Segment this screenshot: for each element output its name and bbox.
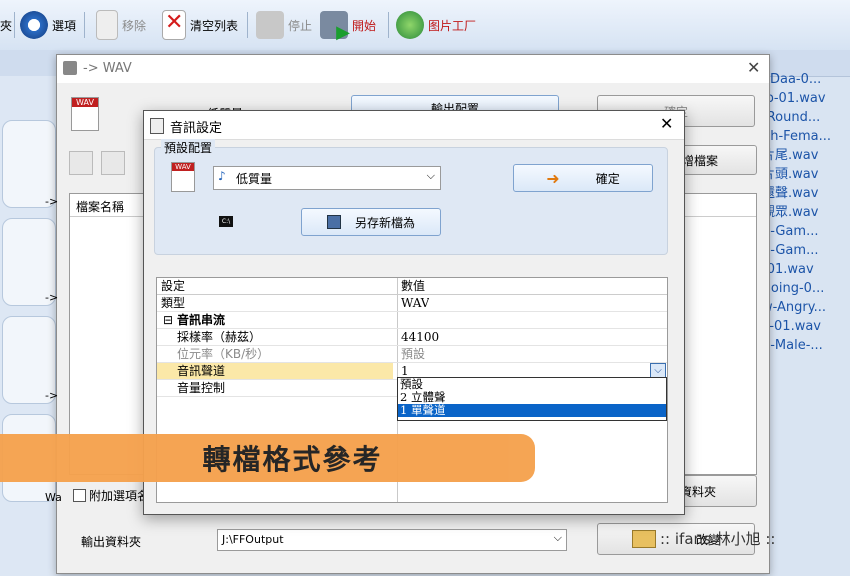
dropdown-option-selected[interactable]: 1 單聲道 xyxy=(398,404,666,417)
toolbar-separator xyxy=(388,12,389,38)
append-option-checkbox[interactable]: 附加選項名 xyxy=(73,487,149,504)
output-folder-label: 輸出資料夾 xyxy=(81,535,142,549)
caption-banner: 轉檔格式參考 xyxy=(0,434,535,482)
wav-window-titlebar: -> WAV ✕ xyxy=(57,55,769,83)
stop-icon xyxy=(256,11,284,39)
preset-select[interactable]: ♪ 低質量 ⌵ xyxy=(213,166,441,190)
chevron-down-icon: ⌵ xyxy=(426,169,435,182)
settings-icon xyxy=(150,118,164,134)
save-disk-icon xyxy=(326,215,341,229)
dialog-title: 音訊設定 xyxy=(170,121,223,136)
close-icon[interactable]: ✕ xyxy=(747,58,760,77)
stop-button[interactable]: 停止 xyxy=(256,10,312,40)
list-item[interactable]: o-Gam... xyxy=(762,241,850,260)
table-row-category[interactable]: ⊟ 音訊串流 xyxy=(157,312,667,329)
options-gear-icon xyxy=(20,11,48,39)
channel-dropdown-list: 預設 2 立體聲 1 單聲道 xyxy=(397,377,667,421)
list-item[interactable]: gh-Fema... xyxy=(762,127,850,146)
table-row[interactable]: 類型 WAV xyxy=(157,295,667,312)
picture-factory-globe-icon xyxy=(396,11,424,39)
list-item[interactable]: -01.wav xyxy=(762,260,850,279)
list-item[interactable]: Boing-0... xyxy=(762,279,850,298)
setting-cell: 採樣率（赫茲） xyxy=(177,330,262,344)
list-item[interactable]: h-Male-... xyxy=(762,336,850,355)
list-item[interactable]: o-Gam... xyxy=(762,222,850,241)
table-row[interactable]: 採樣率（赫茲） 44100 xyxy=(157,329,667,346)
watermark-text: :: ifans 林小旭 :: xyxy=(660,530,776,548)
background-file-list: aDaa-0... ip-01.wav -Round... gh-Fema...… xyxy=(762,70,850,370)
options-button[interactable]: 選項 xyxy=(20,10,76,40)
remove-file-icon xyxy=(96,10,118,40)
close-icon[interactable]: ✕ xyxy=(660,114,673,133)
clear-icon[interactable] xyxy=(101,151,125,175)
value-cell: 預設 xyxy=(401,347,426,361)
arrow-label: -> xyxy=(45,389,59,402)
dialog-ok-button[interactable]: ➜ 確定 xyxy=(513,164,653,192)
value-column-header: 數值 xyxy=(401,279,426,293)
list-item[interactable]: 片尾.wav xyxy=(762,146,850,165)
collapse-icon[interactable]: ⊟ xyxy=(159,312,173,328)
setting-cell: 類型 xyxy=(161,296,186,310)
setting-column-header: 設定 xyxy=(161,279,186,293)
list-item[interactable]: aDaa-0... xyxy=(762,70,850,89)
grid-header: 設定 數值 xyxy=(157,278,667,295)
app-icon xyxy=(63,61,77,75)
arrow-label: -> xyxy=(45,291,59,304)
add-file-button[interactable]: 增檔案 xyxy=(679,145,757,175)
setting-cell: 音訊串流 xyxy=(177,313,226,327)
dialog-titlebar: 音訊設定 ✕ xyxy=(144,111,684,140)
output-folder-browse-button[interactable]: 資料夾 xyxy=(677,475,757,507)
list-item[interactable]: v-01.wav xyxy=(762,317,850,336)
toolbar-separator xyxy=(84,12,85,38)
preset-select-value: 低質量 xyxy=(236,172,273,186)
toolbar-separator xyxy=(247,12,248,38)
setting-cell: 位元率（KB/秒） xyxy=(177,347,270,361)
list-item[interactable]: 觀眾.wav xyxy=(762,203,850,222)
value-cell: WAV xyxy=(401,296,430,310)
clear-list-button[interactable]: ✕ 清空列表 xyxy=(162,10,238,40)
remove-button[interactable]: 移除 xyxy=(96,10,146,40)
output-folder-value: J:\FFOutput xyxy=(222,533,284,546)
checkbox-box[interactable] xyxy=(73,489,86,502)
list-item[interactable]: w-Angry... xyxy=(762,298,850,317)
wa-label: Wa xyxy=(45,491,62,504)
output-folder-select[interactable]: J:\FFOutput ⌵ xyxy=(217,529,567,551)
folder-icon xyxy=(631,530,656,548)
arrow-label: -> xyxy=(45,195,59,208)
wav-window-title: -> WAV xyxy=(83,61,132,76)
main-toolbar: 夾 選項 移除 ✕ 清空列表 停止 ▶ 開始 图片工厂 xyxy=(0,0,850,51)
toolbar-partial-item[interactable]: 夾 xyxy=(0,10,12,40)
wav-file-icon: WAV xyxy=(71,97,99,131)
start-play-icon: ▶ xyxy=(320,11,350,43)
arrow-right-icon: ➜ xyxy=(546,168,560,188)
music-note-icon: ♪ xyxy=(218,169,226,183)
remove-icon[interactable] xyxy=(69,151,93,175)
picture-factory-button[interactable]: 图片工厂 xyxy=(396,10,476,40)
list-item[interactable]: -Round... xyxy=(762,108,850,127)
preset-group-label: 預設配置 xyxy=(161,139,216,156)
setting-cell: 音量控制 xyxy=(177,381,226,395)
value-cell: 44100 xyxy=(401,330,440,344)
toolbar-separator xyxy=(14,12,15,38)
setting-cell: 音訊聲道 xyxy=(157,363,393,379)
list-item[interactable]: 還聲.wav xyxy=(762,184,850,203)
command-prompt-icon: C:\ xyxy=(219,216,233,227)
clear-list-icon: ✕ xyxy=(162,10,186,40)
list-item[interactable]: ip-01.wav xyxy=(762,89,850,108)
preset-groupbox: 預設配置 WAV ♪ 低質量 ⌵ ➜ 確定 C:\ 另存新檔為 xyxy=(154,139,668,255)
list-item[interactable]: 片頭.wav xyxy=(762,165,850,184)
start-button[interactable]: ▶ 開始 xyxy=(320,10,376,43)
table-row[interactable]: 位元率（KB/秒） 預設 xyxy=(157,346,667,363)
caption-banner-text: 轉檔格式參考 xyxy=(202,443,383,476)
file-name-column-header[interactable]: 檔案名稱 xyxy=(76,198,124,215)
wav-file-icon: WAV xyxy=(171,162,195,192)
save-as-new-button[interactable]: 另存新檔為 xyxy=(301,208,441,236)
chevron-down-icon: ⌵ xyxy=(553,531,562,544)
